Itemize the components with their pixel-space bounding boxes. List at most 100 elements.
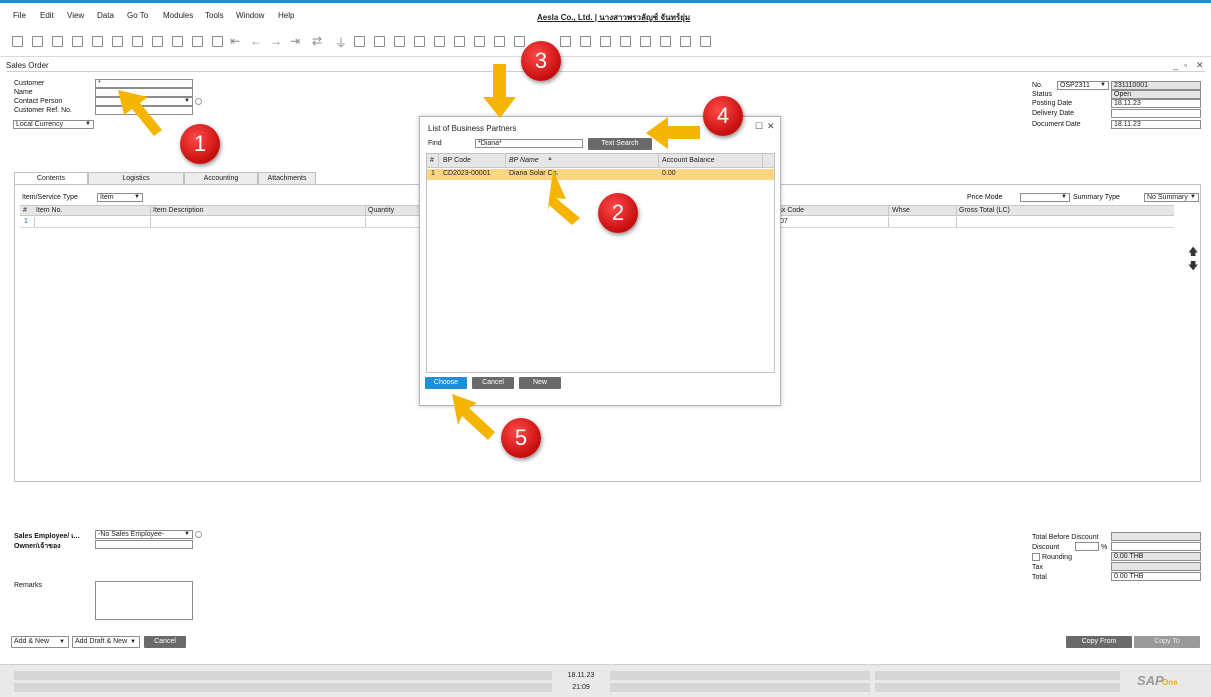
export-icon[interactable] <box>52 36 63 47</box>
menu-help[interactable]: Help <box>278 11 294 20</box>
menu-goto[interactable]: Go To <box>127 11 148 20</box>
info-icon[interactable] <box>195 531 202 538</box>
customer-ref-field[interactable] <box>95 106 193 115</box>
sales-employee-dropdown[interactable]: -No Sales Employee- <box>95 530 193 539</box>
item-type-dropdown[interactable]: Item <box>97 193 143 202</box>
col-bp-code[interactable]: BP Code <box>443 157 471 164</box>
close-icon[interactable]: ✕ <box>1196 60 1204 71</box>
col-bp-name[interactable]: BP Name <box>509 157 539 164</box>
dialog-cancel-button[interactable]: Cancel <box>472 377 514 389</box>
message-icon[interactable] <box>600 36 611 47</box>
calendar-icon[interactable] <box>560 36 571 47</box>
discount-percent-field[interactable] <box>1075 542 1099 551</box>
tab-attachments[interactable]: Attachments <box>258 172 316 184</box>
email-icon[interactable] <box>72 36 83 47</box>
copy-from-button[interactable]: Copy From <box>1066 636 1132 648</box>
nav-first-icon[interactable]: ⇤ <box>230 34 240 48</box>
posting-date-field[interactable]: 18.11.23 <box>1111 99 1201 108</box>
choose-button[interactable]: Choose <box>425 377 467 389</box>
col-gross-total[interactable]: Gross Total (LC) <box>959 207 1010 214</box>
menu-data[interactable]: Data <box>97 11 114 20</box>
tab-accounting[interactable]: Accounting <box>184 172 258 184</box>
col-num[interactable]: # <box>23 207 27 214</box>
info-icon[interactable] <box>195 98 202 105</box>
summary-type-dropdown[interactable]: No Summary <box>1144 193 1199 202</box>
minimize-icon[interactable]: _ <box>1173 60 1178 70</box>
find-icon[interactable] <box>172 36 183 47</box>
table-row[interactable]: 1 CD2023-00001 Diana Solar Co. 0.00 <box>427 169 774 180</box>
close-icon[interactable]: ✕ <box>767 121 775 132</box>
name-field[interactable] <box>95 88 193 97</box>
form-settings-icon[interactable] <box>494 36 505 47</box>
refresh-icon[interactable]: ⇄ <box>312 34 322 48</box>
remarks-textarea[interactable] <box>95 581 193 620</box>
nav-next-icon[interactable]: → <box>270 34 282 48</box>
maximize-icon[interactable]: ☐ <box>755 121 763 132</box>
nav-prev-icon[interactable]: ← <box>250 34 262 48</box>
new-button[interactable]: New <box>519 377 561 389</box>
status-date: 18.11.23 <box>567 672 595 679</box>
print-icon[interactable] <box>32 36 43 47</box>
price-mode-dropdown[interactable] <box>1020 193 1070 202</box>
user-icon[interactable] <box>660 36 671 47</box>
annotation-arrow-3 <box>483 64 516 118</box>
rounding-checkbox[interactable] <box>1032 553 1040 561</box>
menu-tools[interactable]: Tools <box>205 11 224 20</box>
customer-field[interactable]: * <box>95 79 193 88</box>
activity-icon[interactable] <box>580 36 591 47</box>
add-new-button[interactable]: Add & New ▼ <box>11 636 69 648</box>
open-icon[interactable] <box>212 36 223 47</box>
menu-window[interactable]: Window <box>236 11 264 20</box>
query-icon[interactable] <box>434 36 445 47</box>
pdf-icon[interactable] <box>132 36 143 47</box>
col-separator <box>365 217 366 227</box>
hierarchy-icon[interactable] <box>640 36 651 47</box>
cancel-button[interactable]: Cancel <box>144 636 186 648</box>
nav-last-icon[interactable]: ⇥ <box>290 34 300 48</box>
discount-amount-field[interactable] <box>1111 542 1201 551</box>
move-down-icon[interactable]: 🡇 <box>1188 259 1198 276</box>
currency-dropdown[interactable]: Local Currency <box>13 120 94 129</box>
owner-field[interactable] <box>95 540 193 549</box>
col-tax-code[interactable]: ax Code <box>778 207 804 214</box>
sort-icon[interactable] <box>354 36 365 47</box>
gross-profit-icon[interactable] <box>514 36 525 47</box>
journal-icon[interactable] <box>414 36 425 47</box>
preview-icon[interactable] <box>12 36 23 47</box>
help-icon[interactable] <box>700 36 711 47</box>
report-icon[interactable] <box>454 36 465 47</box>
document-icon[interactable] <box>620 36 631 47</box>
menu-file[interactable]: File <box>13 11 26 20</box>
document-date-field[interactable]: 18.11.23 <box>1111 120 1201 129</box>
contact-person-dropdown[interactable] <box>95 97 193 106</box>
col-whse[interactable]: Whse <box>892 207 910 214</box>
base-doc-icon[interactable] <box>374 36 385 47</box>
series-dropdown[interactable]: OSP2311 <box>1057 81 1109 90</box>
menu-view[interactable]: View <box>67 11 84 20</box>
tab-contents[interactable]: Contents <box>14 172 88 184</box>
col-num[interactable]: # <box>430 157 434 164</box>
excel-icon[interactable] <box>92 36 103 47</box>
restore-icon[interactable]: ▫ <box>1184 60 1187 70</box>
target-doc-icon[interactable] <box>394 36 405 47</box>
find-input[interactable]: *Diana* <box>475 139 583 148</box>
tab-logistics[interactable]: Logistics <box>88 172 184 184</box>
text-search-button[interactable]: Text Search <box>588 138 652 150</box>
move-icon[interactable] <box>152 36 163 47</box>
layout-icon[interactable] <box>474 36 485 47</box>
menu-modules[interactable]: Modules <box>163 11 193 20</box>
add-icon[interactable] <box>192 36 203 47</box>
col-account-balance[interactable]: Account Balance <box>662 157 715 164</box>
add-draft-new-button[interactable]: Add Draft & New ▼ <box>72 636 140 648</box>
delivery-date-field[interactable] <box>1111 109 1201 118</box>
col-item-description[interactable]: Item Description <box>153 207 204 214</box>
settings-icon[interactable] <box>680 36 691 47</box>
word-icon[interactable] <box>112 36 123 47</box>
sort-asc-icon[interactable]: ▲ <box>547 156 553 162</box>
copy-to-button[interactable]: Copy To <box>1134 636 1200 648</box>
menu-edit[interactable]: Edit <box>40 11 54 20</box>
filter-icon[interactable]: ⏚ <box>335 34 347 51</box>
col-item-no[interactable]: Item No. <box>36 207 62 214</box>
col-quantity[interactable]: Quantity <box>368 207 394 214</box>
sap-logo: SAP <box>1137 673 1164 688</box>
